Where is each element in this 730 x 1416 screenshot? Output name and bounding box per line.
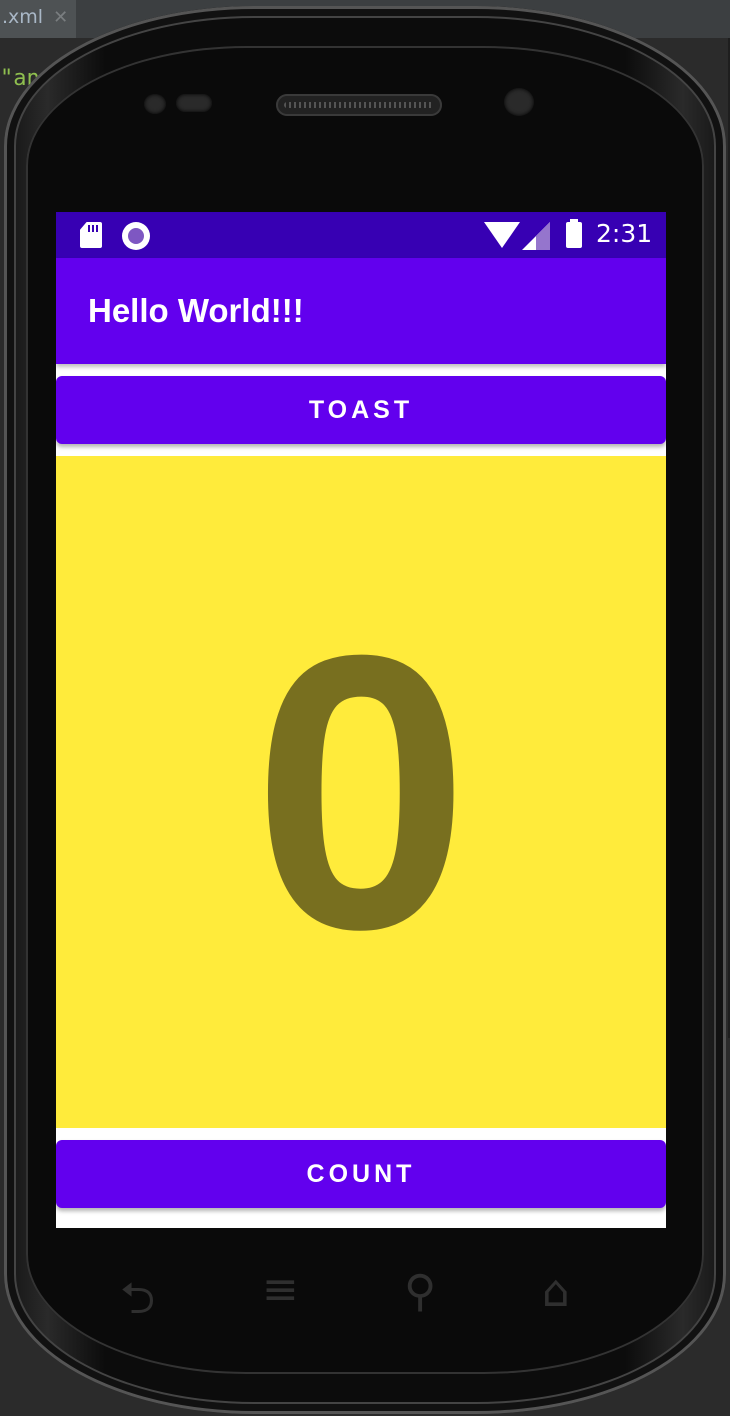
count-value: 0	[252, 574, 470, 1010]
signal-strength-dim	[536, 222, 550, 250]
count-button[interactable]: COUNT	[56, 1140, 666, 1208]
home-icon[interactable]: ⌂	[542, 1266, 570, 1317]
status-time: 2:31	[596, 219, 653, 248]
front-sensor-icon	[144, 94, 166, 114]
count-display: 0	[56, 456, 666, 1128]
toast-button[interactable]: TOAST	[56, 376, 666, 444]
front-camera-icon	[504, 88, 534, 116]
wifi-icon	[484, 222, 520, 248]
ide-tab-label: .xml	[2, 6, 44, 28]
back-icon[interactable]: ⮌	[120, 1266, 155, 1341]
earpiece-speaker	[276, 94, 442, 116]
close-icon[interactable]: ✕	[53, 7, 68, 28]
battery-icon	[566, 219, 582, 248]
search-icon[interactable]: ⚲	[404, 1266, 436, 1317]
phone-screen: 2:31 Hello World!!! TOAST 0 COUNT	[56, 212, 666, 1228]
status-bar: 2:31	[56, 212, 666, 258]
ide-file-tab[interactable]: .xml ✕	[0, 0, 77, 38]
app-bar: Hello World!!!	[56, 258, 666, 364]
sd-card-icon	[80, 222, 102, 248]
circle-notification-icon	[122, 222, 150, 250]
menu-icon[interactable]: ≡	[262, 1264, 299, 1315]
app-title: Hello World!!!	[88, 292, 304, 329]
proximity-sensor-icon	[176, 94, 212, 112]
